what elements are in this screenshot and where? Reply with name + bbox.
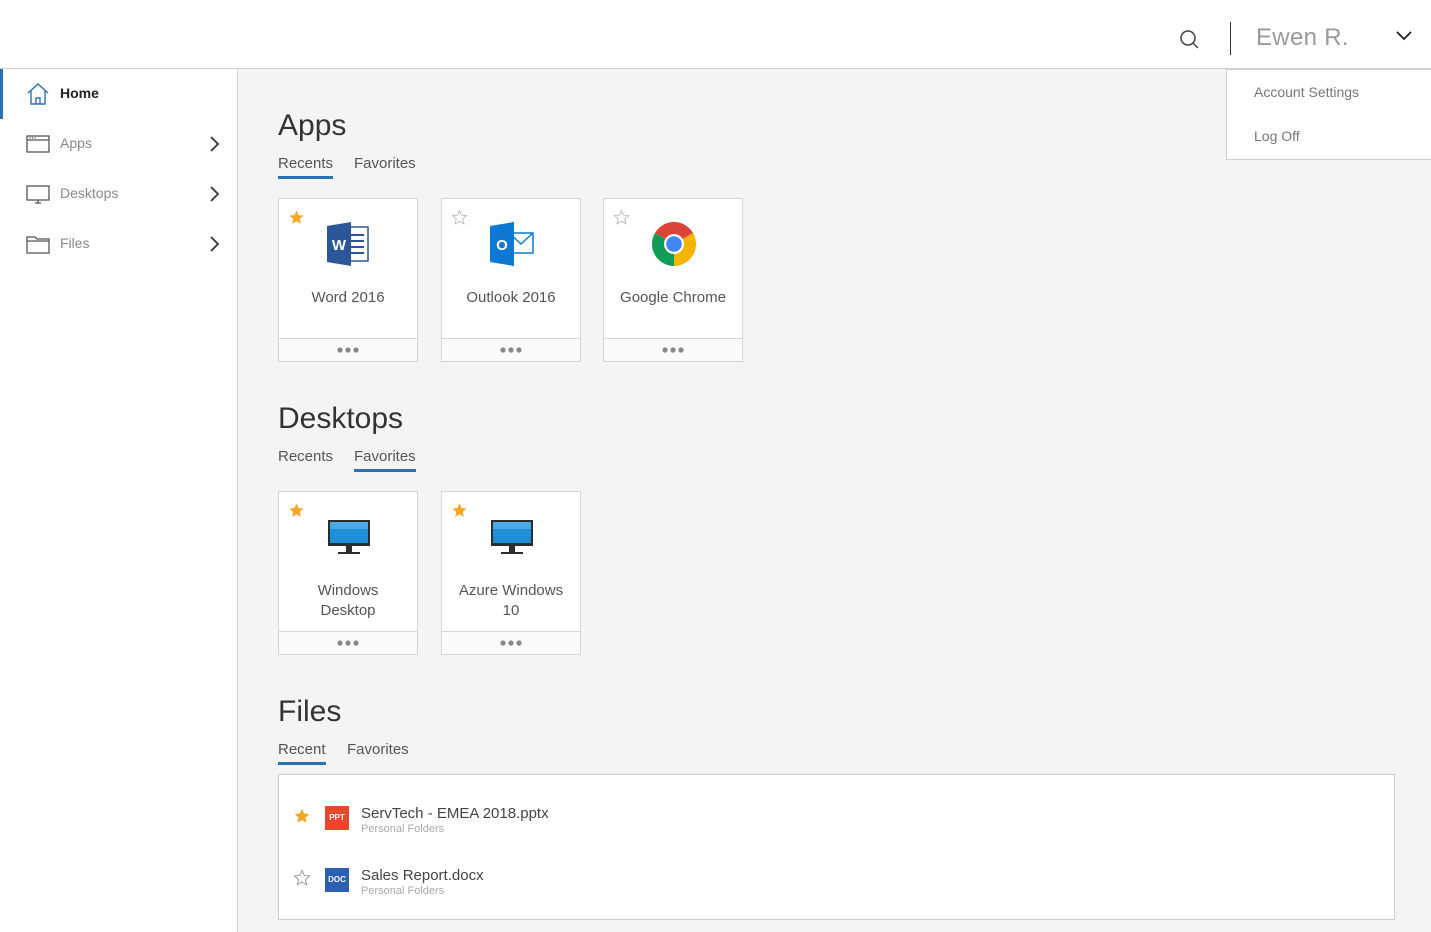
- svg-text:W: W: [332, 237, 347, 254]
- word-icon: W: [327, 222, 369, 266]
- tab-files-favorites[interactable]: Favorites: [347, 741, 409, 762]
- desktop-name-line2: Desktop: [320, 602, 376, 619]
- desktops-section-title: Desktops: [278, 402, 404, 435]
- star-filled-icon[interactable]: [293, 807, 311, 825]
- apps-section-title: Apps: [278, 109, 347, 142]
- star-filled-icon[interactable]: [288, 502, 305, 519]
- chevron-right-icon: [210, 136, 220, 152]
- desktop-launch-windows-desktop[interactable]: Windows Desktop: [279, 492, 417, 631]
- desktop-card-azure-windows-10: Azure Windows 10: [441, 491, 581, 655]
- app-launch-word[interactable]: W Word 2016: [279, 199, 417, 338]
- outlook-icon: O: [490, 222, 534, 266]
- file-location: Personal Folders: [361, 885, 445, 897]
- sidebar-item-label: Desktops: [60, 185, 119, 201]
- log-off-menu-item[interactable]: Log Off: [1254, 128, 1300, 144]
- file-name: ServTech - EMEA 2018.pptx: [361, 805, 549, 822]
- app-launch-chrome[interactable]: Google Chrome: [604, 199, 742, 338]
- files-section-title: Files: [278, 695, 342, 728]
- home-icon: [27, 83, 49, 105]
- doc-file-icon: DOC: [325, 868, 349, 892]
- ellipsis-icon: [500, 640, 522, 646]
- monitor-icon: [26, 185, 50, 204]
- star-outline-icon[interactable]: [613, 209, 630, 226]
- file-row-servtech[interactable]: PPT ServTech - EMEA 2018.pptx Personal F…: [279, 785, 1394, 841]
- file-row-sales-report[interactable]: DOC Sales Report.docx Personal Folders: [279, 847, 1394, 903]
- app-card-outlook: O Outlook 2016: [441, 198, 581, 362]
- topbar-divider: [1230, 22, 1231, 55]
- star-filled-icon[interactable]: [451, 502, 468, 519]
- desktop-launch-azure-windows-10[interactable]: Azure Windows 10: [442, 492, 580, 631]
- desktop-monitor-icon: [328, 520, 370, 554]
- sidebar-item-files[interactable]: Files: [0, 219, 237, 269]
- ellipsis-icon: [337, 347, 359, 353]
- sidebar-item-label: Apps: [60, 135, 92, 151]
- desktop-more-options-button[interactable]: [279, 631, 417, 654]
- star-outline-icon[interactable]: [451, 209, 468, 226]
- chevron-down-icon[interactable]: [1393, 28, 1415, 44]
- sidebar-item-label: Files: [60, 235, 90, 251]
- file-name: Sales Report.docx: [361, 867, 484, 884]
- chevron-right-icon: [210, 186, 220, 202]
- sidebar-item-apps[interactable]: Apps: [0, 119, 237, 169]
- file-location: Personal Folders: [361, 823, 445, 835]
- ellipsis-icon: [662, 347, 684, 353]
- sidebar-item-label: Home: [60, 85, 99, 101]
- tab-desktops-favorites[interactable]: Favorites: [354, 448, 416, 472]
- desktop-name-line1: Windows: [317, 582, 379, 599]
- sidebar: Home Apps Desktops Files: [0, 69, 238, 932]
- desktop-monitor-icon: [491, 520, 533, 554]
- apps-window-icon: [26, 135, 50, 153]
- app-card-chrome: Google Chrome: [603, 198, 743, 362]
- tab-apps-recents[interactable]: Recents: [278, 155, 334, 179]
- app-card-word: W Word 2016: [278, 198, 418, 362]
- sidebar-item-home[interactable]: Home: [0, 69, 237, 119]
- chrome-icon: [652, 222, 696, 266]
- app-launch-outlook[interactable]: O Outlook 2016: [442, 199, 580, 338]
- app-more-options-button[interactable]: [442, 338, 580, 361]
- star-filled-icon[interactable]: [288, 209, 305, 226]
- desktop-more-options-button[interactable]: [442, 631, 580, 654]
- chevron-right-icon: [210, 236, 220, 252]
- desktop-card-windows-desktop: Windows Desktop: [278, 491, 418, 655]
- ellipsis-icon: [337, 640, 359, 646]
- tab-files-recent[interactable]: Recent: [278, 741, 326, 765]
- account-settings-menu-item[interactable]: Account Settings: [1254, 84, 1359, 100]
- desktop-name-line1: Azure Windows: [458, 582, 564, 599]
- user-name[interactable]: Ewen R.: [1256, 24, 1349, 52]
- tab-apps-favorites[interactable]: Favorites: [354, 155, 416, 176]
- folder-icon: [26, 236, 50, 254]
- svg-text:O: O: [496, 237, 508, 254]
- user-dropdown-menu: Account Settings Log Off: [1226, 69, 1431, 160]
- star-outline-icon[interactable]: [293, 869, 311, 887]
- app-name: Word 2016: [311, 289, 385, 306]
- search-icon[interactable]: [1176, 26, 1202, 52]
- tab-desktops-recents[interactable]: Recents: [278, 448, 333, 469]
- app-more-options-button[interactable]: [604, 338, 742, 361]
- ppt-file-icon: PPT: [325, 806, 349, 830]
- desktop-name-line2: 10: [502, 602, 520, 619]
- files-list: PPT ServTech - EMEA 2018.pptx Personal F…: [278, 774, 1395, 920]
- app-more-options-button[interactable]: [279, 338, 417, 361]
- top-bar: Ewen R.: [0, 0, 1431, 69]
- app-name: Google Chrome: [620, 289, 726, 306]
- sidebar-item-desktops[interactable]: Desktops: [0, 169, 237, 219]
- ellipsis-icon: [500, 347, 522, 353]
- app-name: Outlook 2016: [466, 289, 556, 306]
